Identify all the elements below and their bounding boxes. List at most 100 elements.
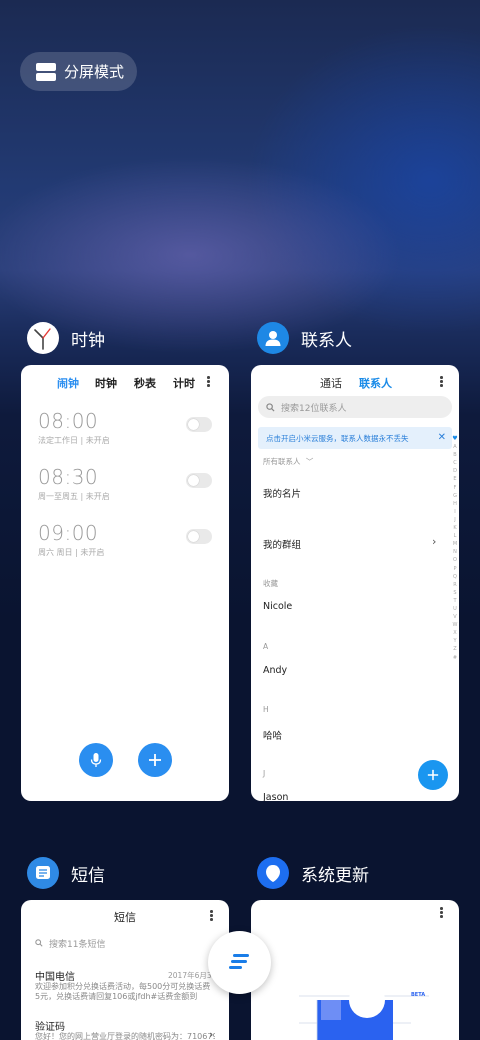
tab-alarm[interactable]: 闹钟 — [57, 375, 79, 391]
my-card-item[interactable]: 我的名片 — [263, 486, 301, 500]
alpha-letter[interactable]: V — [453, 613, 456, 621]
messages-search-bar[interactable]: 搜索11条短信 — [31, 934, 219, 952]
alpha-letter[interactable]: Z — [453, 645, 456, 653]
messages-app-icon — [27, 857, 59, 889]
alpha-letter[interactable]: G — [453, 492, 457, 500]
alpha-letter[interactable]: A — [453, 443, 456, 451]
alarm-repeat: 法定工作日 | 未开启 — [38, 436, 110, 445]
contact-item[interactable]: Jason — [263, 792, 288, 801]
clock-app-header[interactable]: 时钟 — [27, 322, 105, 354]
alpha-letter[interactable]: P — [453, 565, 456, 573]
favorites-section-label: 收藏 — [263, 579, 278, 588]
banner-text: 点击开启小米云服务，联系人数据永不丢失 — [266, 433, 409, 443]
system-update-icon — [257, 857, 289, 889]
alarm-row[interactable]: 08:00 法定工作日 | 未开启 — [38, 409, 212, 453]
chevron-right-icon: › — [432, 535, 437, 548]
alarm-toggle[interactable] — [186, 529, 212, 544]
alpha-letter[interactable]: X — [453, 629, 456, 637]
alphabet-index[interactable]: ♥ A B C D E F G H I J K L M N O P Q R S … — [452, 435, 458, 662]
chevron-right-icon: › — [209, 1028, 214, 1040]
alpha-letter[interactable]: J — [454, 516, 455, 524]
messages-app-header[interactable]: 短信 — [27, 857, 105, 889]
contact-item[interactable]: Nicole — [263, 601, 292, 612]
my-groups-item[interactable]: 我的群组 — [263, 537, 301, 551]
clock-app-name: 时钟 — [71, 330, 105, 351]
section-letter-a: A — [263, 642, 269, 651]
alpha-letter[interactable]: # — [453, 654, 457, 662]
contacts-more-icon[interactable] — [440, 376, 443, 387]
tab-stopwatch[interactable]: 秒表 — [134, 375, 156, 391]
alarm-repeat: 周一至周五 | 未开启 — [38, 492, 110, 501]
alarm-row[interactable]: 09:00 周六 周日 | 未开启 — [38, 521, 212, 565]
alpha-letter[interactable]: T — [453, 597, 456, 605]
alpha-letter[interactable]: B — [453, 451, 456, 459]
cloud-service-banner[interactable]: 点击开启小米云服务，联系人数据永不丢失 ✕ — [258, 427, 452, 449]
alpha-letter[interactable]: U — [453, 605, 457, 613]
clock-app-card[interactable]: 闹钟 时钟 秒表 计时 08:00 法定工作日 | 未开启 08:30 周一至周… — [21, 365, 229, 801]
contacts-app-icon — [257, 322, 289, 354]
alpha-letter[interactable]: H — [453, 500, 457, 508]
alpha-letter[interactable]: O — [453, 556, 457, 564]
beta-label: BETA — [411, 992, 426, 998]
alpha-letter[interactable]: L — [454, 532, 457, 540]
clock-more-icon[interactable] — [207, 376, 210, 387]
plus-icon — [149, 754, 161, 766]
alpha-letter[interactable]: S — [453, 589, 456, 597]
section-letter-j: J — [263, 769, 266, 778]
split-screen-label: 分屏模式 — [64, 63, 125, 81]
alpha-letter[interactable]: C — [453, 459, 457, 467]
alpha-letter[interactable]: K — [453, 524, 456, 532]
alarm-repeat: 周六 周日 | 未开启 — [38, 548, 105, 557]
alarm-toggle[interactable] — [186, 417, 212, 432]
update-app-card[interactable]: BETA — [251, 900, 459, 1040]
messages-app-name: 短信 — [71, 865, 105, 886]
microphone-icon — [90, 753, 102, 767]
contacts-app-card[interactable]: 通话 联系人 搜索12位联系人 点击开启小米云服务，联系人数据永不丢失 ✕ 所有… — [251, 365, 459, 801]
alarm-toggle[interactable] — [186, 473, 212, 488]
tab-timer[interactable]: 计时 — [173, 375, 195, 391]
alarm-row[interactable]: 08:30 周一至周五 | 未开启 — [38, 465, 212, 509]
contact-item[interactable]: 哈哈 — [263, 728, 282, 742]
clock-app-icon — [27, 322, 59, 354]
tab-calls[interactable]: 通话 — [320, 375, 342, 391]
messages-title: 短信 — [114, 911, 136, 924]
alpha-letter[interactable]: D — [453, 467, 457, 475]
close-icon[interactable]: ✕ — [438, 432, 446, 443]
clock-tabs: 闹钟 时钟 秒表 计时 — [21, 373, 229, 393]
contacts-search-bar[interactable]: 搜索12位联系人 — [258, 396, 452, 418]
alpha-letter[interactable]: Q — [453, 573, 457, 581]
message-sender[interactable]: 中国电信 — [35, 968, 75, 983]
message-sender[interactable]: 验证码 — [35, 1018, 65, 1033]
alpha-letter[interactable]: N — [453, 548, 457, 556]
messages-more-icon[interactable] — [210, 910, 213, 921]
split-screen-icon — [36, 62, 56, 81]
add-alarm-button[interactable] — [138, 743, 172, 777]
tab-clock[interactable]: 时钟 — [95, 375, 117, 391]
split-screen-button[interactable]: 分屏模式 — [20, 52, 137, 91]
all-contacts-filter[interactable]: 所有联系人 ﹀ — [263, 456, 313, 467]
clear-all-icon — [228, 953, 249, 969]
all-contacts-label: 所有联系人 — [263, 457, 301, 466]
alpha-letter[interactable]: E — [453, 475, 456, 483]
alpha-letter[interactable]: F — [454, 484, 457, 492]
contact-item[interactable]: Andy — [263, 665, 287, 676]
clear-all-button[interactable] — [208, 931, 271, 994]
search-icon — [266, 402, 275, 412]
favorites-heart-icon[interactable]: ♥ — [452, 435, 457, 443]
contacts-app-header[interactable]: 联系人 — [257, 322, 352, 354]
alpha-letter[interactable]: M — [453, 540, 457, 548]
add-contact-button[interactable] — [418, 760, 448, 790]
tab-contacts[interactable]: 联系人 — [359, 375, 392, 391]
update-app-header[interactable]: 系统更新 — [257, 857, 369, 889]
alpha-letter[interactable]: R — [453, 581, 456, 589]
voice-alarm-button[interactable] — [79, 743, 113, 777]
messages-search-placeholder: 搜索11条短信 — [49, 939, 106, 950]
alpha-letter[interactable]: W — [453, 621, 458, 629]
update-app-name: 系统更新 — [301, 865, 369, 886]
alpha-letter[interactable]: I — [454, 508, 455, 516]
messages-app-card[interactable]: 短信 搜索11条短信 中国电信 2017年6月30日 欢迎参加积分兑换话费活动，… — [21, 900, 229, 1040]
alpha-letter[interactable]: Y — [453, 637, 456, 645]
message-preview: 您好！您的网上营业厅登录的随机密码为：710679，有 — [35, 1032, 215, 1040]
update-illustration — [299, 982, 429, 1040]
contacts-app-name: 联系人 — [301, 330, 352, 351]
